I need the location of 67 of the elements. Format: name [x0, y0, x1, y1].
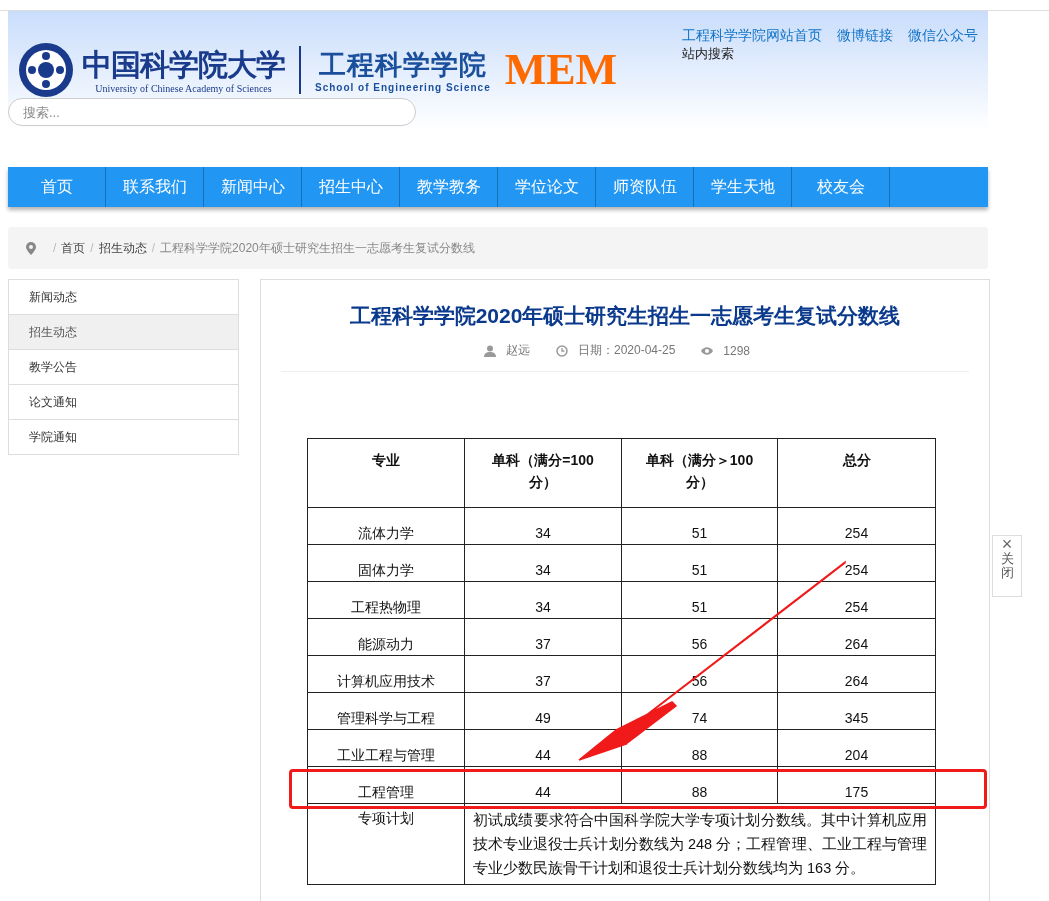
close-button[interactable]: × [1001, 536, 1013, 552]
column-header: 单科（满分=100 分） [464, 438, 622, 508]
table-cell: 44 [464, 766, 622, 804]
breadcrumb-link[interactable]: 首页 [61, 239, 86, 257]
table-cell: 51 [621, 507, 778, 545]
nav-item[interactable]: 新闻中心 [204, 167, 302, 207]
nav-item[interactable]: 首页 [8, 167, 106, 207]
table-cell: 工业工程与管理 [307, 729, 465, 767]
brand-logo: MEM [504, 46, 618, 94]
table-cell: 49 [464, 692, 622, 730]
table-cell: 工程热物理 [307, 581, 465, 619]
table-cell: 固体力学 [307, 544, 465, 582]
breadcrumb-separator: / [90, 241, 94, 255]
publish-date: 日期：2020-04-25 [577, 342, 676, 359]
search-field[interactable]: 搜索... [8, 98, 416, 126]
column-header: 单科（满分＞100 分） [621, 438, 778, 508]
column-header: 总分 [777, 438, 936, 508]
nav-item[interactable]: 学生天地 [694, 167, 792, 207]
table-cell: 51 [621, 544, 778, 582]
university-english-name: University of Chinese Academy of Sciences [95, 82, 272, 94]
breadcrumb-separator: / [151, 241, 156, 255]
article-title: 工程科学学院2020年硕士研究生招生一志愿考生复试分数线 [348, 303, 902, 329]
emblem-logo [18, 42, 74, 98]
table-cell: 88 [621, 766, 778, 804]
table-cell: 345 [777, 692, 936, 730]
table-cell: 初试成绩要求符合中国科学院大学专项计划分数线。其中计算机应用技术专业退役士兵计划分数线为 248 分；工程管理、工业工程与管理专业少数民族骨干计划和退役士兵计划分数线均为 163 分。 [464, 803, 936, 885]
table-cell: 264 [777, 655, 936, 693]
table-cell: 51 [621, 581, 778, 619]
nav-item[interactable]: 学位论文 [498, 167, 596, 207]
table-cell: 专项计划 [307, 803, 465, 885]
table-cell: 175 [777, 766, 936, 804]
breadcrumb-link[interactable]: 工程科学学院2020年硕士研究生招生一志愿考生复试分数线 [160, 239, 475, 257]
search-label: 站内搜索 [682, 45, 735, 63]
clock-icon [555, 344, 568, 357]
breadcrumb-link[interactable]: 招生动态 [98, 239, 147, 257]
person-icon [483, 344, 496, 357]
nav-item[interactable]: 校友会 [792, 167, 890, 207]
location-pin-icon [26, 241, 36, 255]
table-cell: 34 [464, 581, 622, 619]
nav-item[interactable]: 教学教务 [400, 167, 498, 207]
table-cell: 254 [777, 507, 936, 545]
column-header: 专业 [307, 438, 465, 508]
top-link[interactable]: 工程科学学院网站首页 [682, 27, 822, 45]
table-cell: 37 [464, 655, 622, 693]
table-cell: 204 [777, 729, 936, 767]
school-english-name: School of Engineering Science [315, 81, 491, 93]
table-cell: 37 [464, 618, 622, 656]
breadcrumb-separator: / [53, 241, 57, 255]
nav-item[interactable]: 联系我们 [106, 167, 204, 207]
nav-item[interactable]: 师资队伍 [596, 167, 694, 207]
close-label: 关闭 [1000, 552, 1014, 581]
nav-item[interactable]: 招生中心 [302, 167, 400, 207]
table-cell: 34 [464, 507, 622, 545]
sidebar-item[interactable]: 招生动态 [9, 315, 238, 350]
university-name: 中国科学院大学 [82, 46, 285, 83]
author-name: 赵远 [505, 342, 530, 359]
table-cell: 264 [777, 618, 936, 656]
top-link[interactable]: 微信公众号 [908, 27, 978, 45]
table-cell: 34 [464, 544, 622, 582]
view-count: 1298 [723, 343, 751, 358]
table-cell: 计算机应用技术 [307, 655, 465, 693]
eye-icon [701, 344, 714, 357]
table-cell: 能源动力 [307, 618, 465, 656]
table-cell: 管理科学与工程 [307, 692, 465, 730]
school-name: 工程科学学院 [318, 48, 487, 82]
table-cell: 流体力学 [307, 507, 465, 545]
top-link[interactable]: 微博链接 [837, 27, 893, 45]
